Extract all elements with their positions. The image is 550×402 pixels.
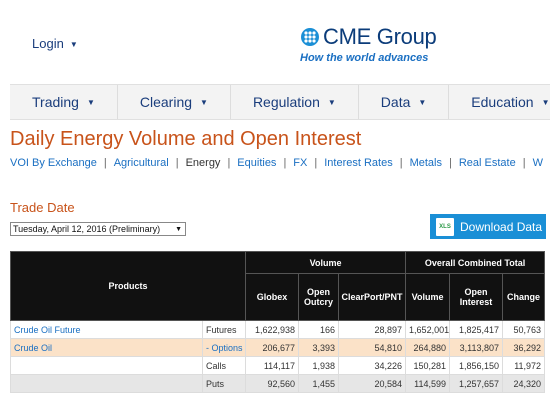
subnav-item-voi-by-exchange[interactable]: VOI By Exchange xyxy=(10,157,97,169)
chevron-down-icon: ▼ xyxy=(200,97,208,107)
subnav-separator: | xyxy=(314,157,318,169)
table-row: Crude Oil Future Futures 1,622,938 166 2… xyxy=(10,320,546,339)
nav-label: Data xyxy=(380,94,411,110)
subnav-item-fx[interactable]: FX xyxy=(293,157,307,169)
chevron-down-icon: ▼ xyxy=(327,97,336,107)
cell-clearport: 54,810 xyxy=(338,338,407,357)
cell-globex: 114,117 xyxy=(245,356,300,375)
volume-group-header: Volume xyxy=(245,251,407,274)
cell-volume: 1,652,001 xyxy=(405,320,451,339)
product-cell xyxy=(10,374,203,393)
col-change: Change xyxy=(502,273,546,321)
table-row: Puts 92,560 1,455 20,584 114,599 1,257,6… xyxy=(10,374,546,393)
login-menu[interactable]: Login ▼ xyxy=(32,36,78,51)
cell-change: 24,320 xyxy=(502,374,546,393)
cell-volume: 264,880 xyxy=(405,338,451,357)
login-label: Login xyxy=(32,36,64,51)
trade-date-value: Tuesday, April 12, 2016 (Preliminary) xyxy=(13,224,161,234)
cell-outcry: 3,393 xyxy=(298,338,340,357)
subnav-item-metals[interactable]: Metals xyxy=(410,157,442,169)
volume-oi-table: Products Volume Overall Combined Total G… xyxy=(9,251,546,393)
cell-outcry: 1,455 xyxy=(298,374,340,393)
chevron-down-icon: ▼ xyxy=(418,97,427,107)
product-link[interactable]: Crude Oil Future xyxy=(10,320,203,339)
subnav-item-weather[interactable]: W xyxy=(533,157,543,169)
cell-globex: 92,560 xyxy=(245,374,300,393)
nav-label: Clearing xyxy=(139,94,193,110)
subnav-separator: | xyxy=(175,157,179,169)
overall-group-header: Overall Combined Total xyxy=(405,251,546,274)
cell-globex: 1,622,938 xyxy=(245,320,300,339)
subnav-separator: | xyxy=(399,157,403,169)
chevron-down-icon: ▼ xyxy=(175,225,182,233)
cell-clearport: 28,897 xyxy=(338,320,407,339)
category-subnav: VOI By Exchange | Agricultural | Energy | Equi… xyxy=(10,157,550,169)
cell-volume: 150,281 xyxy=(405,356,451,375)
page-title: Daily Energy Volume and Open Interest xyxy=(10,128,362,150)
download-label: Download Data xyxy=(460,219,543,234)
cell-outcry: 166 xyxy=(298,320,340,339)
nav-item-trading[interactable]: Trading ▼ xyxy=(10,85,118,119)
download-data-button[interactable]: XLS Download Data xyxy=(430,214,546,239)
subnav-separator: | xyxy=(448,157,452,169)
cell-globex: 206,677 xyxy=(245,338,300,357)
main-nav: Trading ▼ Clearing ▼ Regulation ▼ Data ▼ Edu… xyxy=(10,84,550,120)
product-type-link[interactable]: - Options xyxy=(201,338,247,357)
product-type: Calls xyxy=(201,356,247,375)
subnav-separator: | xyxy=(227,157,231,169)
trade-date-label: Trade Date xyxy=(10,200,75,215)
product-type: Futures xyxy=(201,320,247,339)
cell-clearport: 34,226 xyxy=(338,356,407,375)
subnav-item-equities[interactable]: Equities xyxy=(237,157,276,169)
cell-outcry: 1,938 xyxy=(298,356,340,375)
subnav-item-energy[interactable]: Energy xyxy=(186,157,221,169)
xls-file-icon: XLS xyxy=(436,217,454,236)
nav-label: Education xyxy=(471,94,534,110)
cell-open-interest: 1,856,150 xyxy=(449,356,504,375)
nav-item-data[interactable]: Data ▼ xyxy=(359,85,450,119)
subnav-separator: | xyxy=(283,157,287,169)
cme-logo[interactable]: CME Group How the world advances xyxy=(300,24,450,64)
cell-open-interest: 1,825,417 xyxy=(449,320,504,339)
col-open-outcry: Open Outcry xyxy=(298,273,340,321)
chevron-down-icon: ▼ xyxy=(69,40,78,50)
cell-volume: 114,599 xyxy=(405,374,451,393)
table-row: Calls 114,117 1,938 34,226 150,281 1,856… xyxy=(10,356,546,375)
chevron-down-icon: ▼ xyxy=(541,97,550,107)
col-globex: Globex xyxy=(245,273,300,321)
nav-item-regulation[interactable]: Regulation ▼ xyxy=(231,85,359,119)
cell-clearport: 20,584 xyxy=(338,374,407,393)
subnav-item-real-estate[interactable]: Real Estate xyxy=(459,157,516,169)
cell-change: 11,972 xyxy=(502,356,546,375)
cell-change: 50,763 xyxy=(502,320,546,339)
product-link[interactable]: Crude Oil xyxy=(10,338,203,357)
product-cell xyxy=(10,356,203,375)
product-type: Puts xyxy=(201,374,247,393)
col-volume: Volume xyxy=(405,273,451,321)
nav-label: Trading xyxy=(32,94,79,110)
nav-item-education[interactable]: Education ▼ xyxy=(449,85,550,119)
col-clearport: ClearPort/PNT xyxy=(338,273,407,321)
cell-open-interest: 3,113,807 xyxy=(449,338,504,357)
subnav-item-agricultural[interactable]: Agricultural xyxy=(114,157,169,169)
nav-label: Regulation xyxy=(252,94,320,110)
cell-change: 36,292 xyxy=(502,338,546,357)
products-header: Products xyxy=(9,251,247,321)
subnav-separator: | xyxy=(103,157,107,169)
subnav-separator: | xyxy=(522,157,526,169)
chevron-down-icon: ▼ xyxy=(86,97,95,107)
logo-tagline: How the world advances xyxy=(300,52,429,64)
table-row: Crude Oil - Options 206,677 3,393 54,810… xyxy=(10,338,546,357)
globe-icon xyxy=(301,28,319,46)
cell-open-interest: 1,257,657 xyxy=(449,374,504,393)
trade-date-select[interactable]: Tuesday, April 12, 2016 (Preliminary) ▼ xyxy=(10,222,186,236)
col-open-interest: Open Interest xyxy=(449,273,504,321)
nav-item-clearing[interactable]: Clearing ▼ xyxy=(118,85,231,119)
subnav-item-interest-rates[interactable]: Interest Rates xyxy=(324,157,392,169)
logo-name: CME Group xyxy=(323,24,437,49)
